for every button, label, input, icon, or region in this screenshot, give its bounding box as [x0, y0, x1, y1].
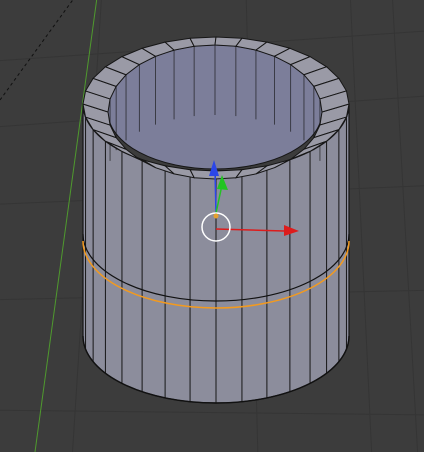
3d-viewport[interactable] — [0, 0, 424, 452]
viewport-canvas[interactable] — [0, 0, 424, 452]
grid-line — [0, 409, 424, 416]
rim-face — [189, 36, 217, 47]
grid-line — [349, 0, 373, 452]
grid-line — [392, 0, 419, 452]
cylinder-mesh[interactable] — [82, 36, 350, 404]
camera-dashed-line — [0, 0, 74, 101]
pivot-point — [213, 213, 219, 219]
